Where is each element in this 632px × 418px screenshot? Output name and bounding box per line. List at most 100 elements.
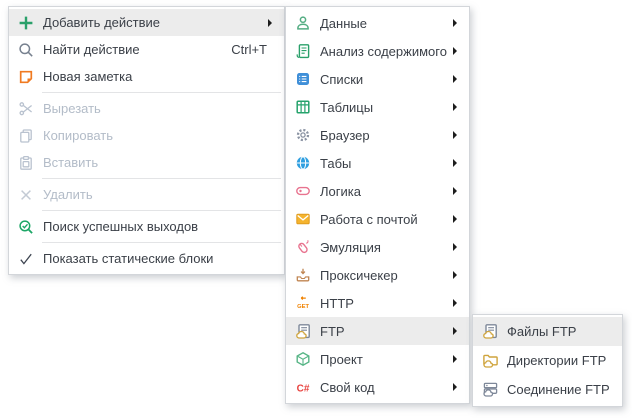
submenu-arrow-icon	[453, 327, 469, 335]
menu-item-label: Новая заметка	[43, 69, 284, 84]
copy-icon	[9, 128, 43, 144]
ftp-file-icon	[286, 323, 320, 340]
inbox-icon	[286, 267, 320, 283]
globe-icon	[286, 155, 320, 171]
submenu-arrow-icon	[453, 159, 469, 167]
submenu-item-ftp-directories[interactable]: Директории FTP	[473, 346, 622, 375]
menu-separator	[42, 210, 281, 211]
document-lines-icon	[286, 43, 320, 59]
paste-icon	[9, 155, 43, 171]
submenu-arrow-icon	[453, 187, 469, 195]
csharp-icon: C#	[286, 379, 320, 395]
submenu-arrow-icon	[453, 75, 469, 83]
menu-item-label: Добавить действие	[43, 15, 268, 30]
submenu-item-label: Файлы FTP	[507, 324, 622, 339]
menu-item-new-note[interactable]: Новая заметка	[9, 63, 284, 90]
menu-item-copy[interactable]: Копировать	[9, 122, 284, 149]
submenu-arrow-icon	[268, 19, 284, 27]
ftp-server-icon	[473, 381, 507, 398]
submenu-item-label: Работа с почтой	[320, 212, 453, 227]
svg-text:GET: GET	[297, 304, 309, 310]
submenu-item-label: Проксичекер	[320, 268, 453, 283]
submenu-item-logic[interactable]: Логика	[286, 177, 469, 205]
submenu-item-label: Анализ содержимого	[320, 44, 453, 59]
menu-item-label: Найти действие	[43, 42, 231, 57]
submenu-item-proxychecker[interactable]: Проксичекер	[286, 261, 469, 289]
menu-item-label: Удалить	[43, 187, 284, 202]
search-success-icon	[9, 219, 43, 235]
note-icon	[9, 69, 43, 85]
submenu-item-label: Эмуляция	[320, 240, 453, 255]
submenu-item-mail[interactable]: Работа с почтой	[286, 205, 469, 233]
table-icon	[286, 99, 320, 115]
submenu-item-label: HTTP	[320, 296, 453, 311]
ftp-folder-icon	[473, 352, 507, 369]
submenu-item-label: Директории FTP	[507, 353, 622, 368]
menu-separator	[42, 92, 281, 93]
submenu-item-label: Проект	[320, 352, 453, 367]
menu-item-label: Показать статические блоки	[43, 251, 284, 266]
submenu-item-label: Логика	[320, 184, 453, 199]
menu-item-delete[interactable]: Удалить	[9, 181, 284, 208]
submenu-item-tabs[interactable]: Табы	[286, 149, 469, 177]
search-icon	[9, 42, 43, 58]
menu-item-label: Копировать	[43, 128, 284, 143]
submenu-item-emulation[interactable]: Эмуляция	[286, 233, 469, 261]
ftp-file-icon	[473, 323, 507, 340]
menu-item-cut[interactable]: Вырезать	[9, 95, 284, 122]
submenu-item-browser[interactable]: Браузер	[286, 121, 469, 149]
submenu-item-content-analysis[interactable]: Анализ содержимого	[286, 37, 469, 65]
submenu-arrow-icon	[453, 47, 469, 55]
scissors-icon	[9, 101, 43, 117]
gear-icon	[286, 127, 320, 143]
menu-item-shortcut: Ctrl+T	[231, 42, 267, 57]
plus-icon	[9, 15, 43, 31]
ftp-submenu: Файлы FTP Директории FTP Соединение FTP	[472, 314, 623, 407]
submenu-item-label: Свой код	[320, 380, 453, 395]
submenu-item-label: Списки	[320, 72, 453, 87]
submenu-arrow-icon	[453, 103, 469, 111]
submenu-item-http[interactable]: GET HTTP	[286, 289, 469, 317]
submenu-arrow-icon	[453, 243, 469, 251]
toggle-icon	[286, 183, 320, 199]
menu-item-paste[interactable]: Вставить	[9, 149, 284, 176]
menu-item-label: Вставить	[43, 155, 284, 170]
list-icon	[286, 71, 320, 87]
mail-icon	[286, 211, 320, 227]
menu-separator	[42, 178, 281, 179]
submenu-arrow-icon	[453, 131, 469, 139]
submenu-item-project[interactable]: Проект	[286, 345, 469, 373]
menu-separator	[42, 242, 281, 243]
submenu-item-ftp-files[interactable]: Файлы FTP	[473, 317, 622, 346]
mouse-icon	[286, 239, 320, 255]
submenu-item-lists[interactable]: Списки	[286, 65, 469, 93]
menu-item-find-action[interactable]: Найти действие Ctrl+T	[9, 36, 284, 63]
submenu-arrow-icon	[453, 271, 469, 279]
menu-item-add-action[interactable]: Добавить действие	[9, 9, 284, 36]
submenu-arrow-icon	[453, 383, 469, 391]
submenu-item-label: Табы	[320, 156, 453, 171]
submenu-item-tables[interactable]: Таблицы	[286, 93, 469, 121]
submenu-item-label: Таблицы	[320, 100, 453, 115]
menu-item-label: Вырезать	[43, 101, 284, 116]
menu-item-search-success-exits[interactable]: Поиск успешных выходов	[9, 213, 284, 240]
submenu-item-ftp[interactable]: FTP	[286, 317, 469, 345]
submenu-item-data[interactable]: Данные	[286, 9, 469, 37]
submenu-item-label: FTP	[320, 324, 453, 339]
delete-icon	[9, 187, 43, 203]
submenu-item-own-code[interactable]: C# Свой код	[286, 373, 469, 401]
submenu-item-label: Соединение FTP	[507, 382, 622, 397]
submenu-arrow-icon	[453, 215, 469, 223]
submenu-item-ftp-connection[interactable]: Соединение FTP	[473, 375, 622, 404]
menu-item-show-static-blocks[interactable]: Показать статические блоки	[9, 245, 284, 272]
submenu-arrow-icon	[453, 299, 469, 307]
add-action-submenu: Данные Анализ содержимого Списки Таблицы…	[285, 6, 470, 404]
submenu-item-label: Браузер	[320, 128, 453, 143]
context-menu: Добавить действие Найти действие Ctrl+T …	[8, 6, 285, 275]
cube-icon	[286, 351, 320, 367]
http-get-icon: GET	[286, 295, 320, 311]
submenu-arrow-icon	[453, 19, 469, 27]
person-icon	[286, 15, 320, 31]
check-icon	[9, 251, 43, 267]
submenu-arrow-icon	[453, 355, 469, 363]
